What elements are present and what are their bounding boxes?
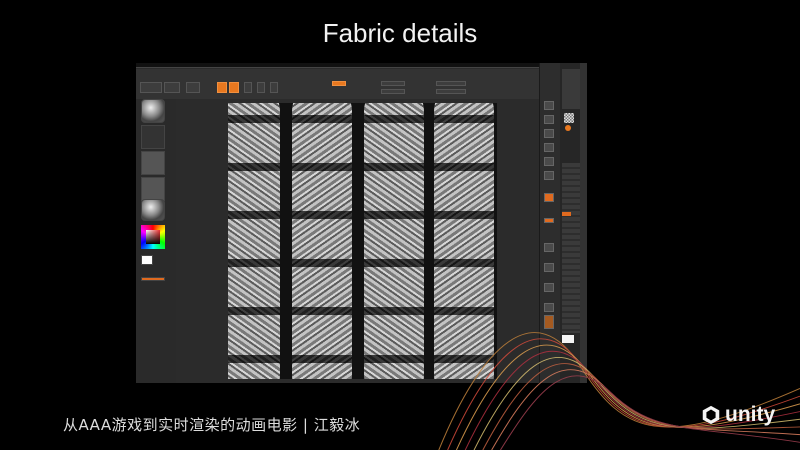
aahalf-button[interactable] [544, 171, 554, 180]
scroll-button[interactable] [544, 129, 554, 138]
quick-sketch-button[interactable] [186, 82, 200, 93]
zadd-button[interactable] [332, 81, 346, 86]
scale-button[interactable] [257, 82, 265, 93]
draw-button[interactable] [229, 82, 239, 93]
gradient-button[interactable] [141, 277, 165, 281]
home-button[interactable] [140, 82, 162, 93]
unity-wordmark: unity [725, 403, 776, 426]
floor-button[interactable] [544, 218, 554, 223]
zoom-button[interactable] [544, 143, 554, 152]
tool-buttons[interactable] [562, 69, 582, 109]
tool-thumbnail[interactable] [564, 113, 574, 123]
alpha-selector[interactable] [141, 151, 165, 175]
top-toolbar [136, 69, 566, 99]
unity-cube-icon [702, 405, 720, 425]
menu-bar[interactable] [136, 63, 587, 68]
focal-shift-slider[interactable] [381, 81, 405, 86]
left-shelf [136, 99, 176, 383]
color-picker[interactable] [141, 225, 165, 249]
total-points-readout [436, 89, 466, 94]
material-selector[interactable] [141, 199, 165, 221]
rotate-button[interactable] [270, 82, 278, 93]
spix-button[interactable] [544, 115, 554, 124]
cable-strand [292, 103, 352, 379]
actual-button[interactable] [544, 157, 554, 166]
cable-strand [228, 103, 280, 379]
slide-title: Fabric details [322, 18, 478, 48]
tool-icon[interactable] [565, 125, 571, 131]
active-points-readout [436, 81, 466, 86]
brush-selector[interactable] [141, 99, 165, 123]
stroke-selector[interactable] [141, 125, 165, 149]
cable-strand [364, 103, 424, 379]
bpr-button[interactable] [544, 101, 554, 110]
active-tab[interactable] [562, 212, 571, 216]
edit-button[interactable] [217, 82, 227, 93]
draw-size-slider[interactable] [381, 89, 405, 94]
move-button[interactable] [244, 82, 252, 93]
main-color-swatch[interactable] [141, 255, 153, 265]
lightbox-button[interactable] [164, 82, 180, 93]
unity-logo: unity [700, 403, 775, 427]
slide-footer: 从AAA游戏到实时渲染的动画电影 | 江毅冰 [63, 416, 361, 434]
texture-selector[interactable] [141, 177, 165, 201]
persp-button[interactable] [544, 193, 554, 202]
